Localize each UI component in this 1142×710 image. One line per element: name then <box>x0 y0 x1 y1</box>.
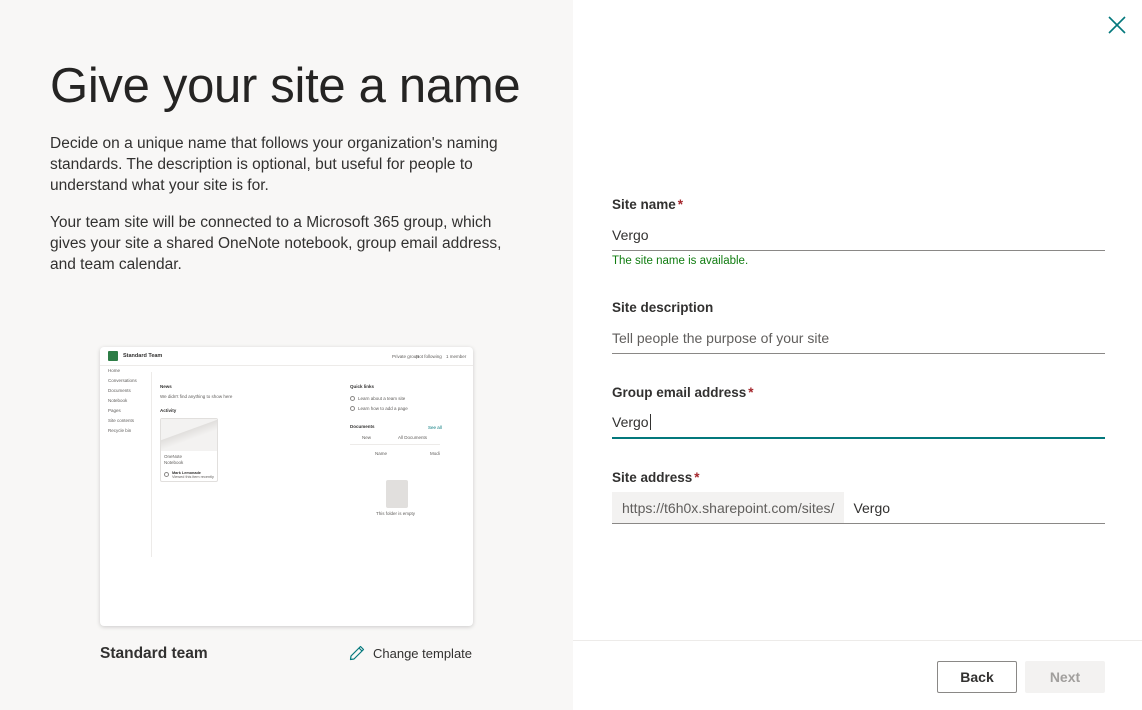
preview-quick-link: Learn about a team site <box>358 396 406 401</box>
preview-header-divider <box>100 365 473 366</box>
preview-doc-column: Modi <box>430 451 440 456</box>
site-description-input[interactable]: Tell people the purpose of your site <box>612 322 1105 354</box>
preview-globe-icon <box>350 406 355 411</box>
required-mark: * <box>748 385 754 400</box>
close-icon <box>1108 15 1126 39</box>
preview-news-text: We didn't find anything to show here <box>160 394 233 399</box>
preview-doc-toolbar: All Documents <box>398 435 428 440</box>
group-email-label: Group email address * <box>612 385 754 400</box>
required-mark: * <box>694 470 700 485</box>
site-description-placeholder: Tell people the purpose of your site <box>612 329 830 346</box>
left-pane: Give your site a name Decide on a unique… <box>0 0 573 710</box>
preview-nav-item: Pages <box>108 408 121 413</box>
group-email-input[interactable]: Vergo <box>612 407 1105 439</box>
page-title: Give your site a name <box>50 59 521 113</box>
preview-nav-item: Documents <box>108 388 131 393</box>
change-template-label: Change template <box>373 645 473 661</box>
preview-documents-heading: Documents <box>350 424 375 429</box>
change-template-button[interactable]: Change template <box>348 644 472 662</box>
footer-divider <box>573 640 1142 641</box>
preview-activity-sub: Notebook <box>164 460 184 465</box>
preview-quick-links-heading: Quick links <box>350 384 375 389</box>
preview-empty-folder-icon <box>386 480 408 508</box>
close-button[interactable] <box>1103 13 1131 41</box>
preview-nav-item: Site contents <box>108 418 135 423</box>
preview-site-title: Standard Team <box>123 353 163 359</box>
site-address-value: Vergo <box>853 499 891 516</box>
preview-empty-text: This folder is empty <box>376 511 416 516</box>
preview-nav-item: Home <box>108 368 121 373</box>
intro-text: Decide on a unique name that follows you… <box>50 133 530 291</box>
preview-avatar <box>164 472 169 477</box>
site-address-input[interactable]: https://t6h0x.sharepoint.com/sites/ Verg… <box>612 492 1105 524</box>
preview-activity-card: OneNote Notebook Mark Lemonade Viewed th… <box>160 418 218 482</box>
preview-nav-item: Recycle bin <box>108 428 132 433</box>
preview-header-action: Private group <box>392 354 419 359</box>
intro-paragraph-1: Decide on a unique name that follows you… <box>50 135 498 194</box>
next-button[interactable]: Next <box>1025 661 1105 693</box>
pencil-icon <box>348 644 366 662</box>
back-button[interactable]: Back <box>937 661 1017 693</box>
text-caret <box>649 414 651 430</box>
preview-activity-heading: Activity <box>160 408 177 413</box>
site-name-label: Site name * <box>612 197 683 212</box>
preview-header-action: 1 member <box>446 354 467 359</box>
preview-see-all: See all <box>428 425 442 430</box>
preview-nav-item: Conversations <box>108 378 137 383</box>
site-address-prefix: https://t6h0x.sharepoint.com/sites/ <box>612 492 845 523</box>
preview-doc-toolbar: New <box>362 435 372 440</box>
template-preview: Standard Team Private group Not followin… <box>100 347 473 626</box>
site-name-label-text: Site name <box>612 197 676 212</box>
site-name-value: Vergo <box>612 226 649 243</box>
site-address-label: Site address * <box>612 470 700 485</box>
preview-activity-thumbnail <box>161 419 217 451</box>
preview-globe-icon <box>350 396 355 401</box>
preview-doc-divider <box>350 444 440 445</box>
preview-doc-column: Name <box>375 451 388 456</box>
site-description-label: Site description <box>612 300 714 315</box>
preview-activity-title: OneNote <box>164 454 183 459</box>
preview-quick-link: Learn how to add a page <box>358 406 408 411</box>
template-name: Standard team <box>100 645 208 662</box>
preview-nav-item: Notebook <box>108 398 128 403</box>
preview-nav-divider <box>151 372 152 557</box>
intro-paragraph-2: Your team site will be connected to a Mi… <box>50 214 502 273</box>
preview-activity-user-sub: Viewed this item recently <box>172 475 214 479</box>
group-email-value: Vergo <box>612 414 649 430</box>
site-address-label-text: Site address <box>612 470 693 485</box>
required-mark: * <box>677 197 684 212</box>
preview-site-logo <box>108 351 118 361</box>
site-name-input[interactable]: Vergo <box>612 219 1105 251</box>
preview-news-heading: News <box>160 384 172 389</box>
group-email-label-text: Group email address <box>612 385 747 400</box>
preview-header-action: Not following <box>416 354 442 359</box>
site-name-status: The site name is available. <box>612 255 749 267</box>
